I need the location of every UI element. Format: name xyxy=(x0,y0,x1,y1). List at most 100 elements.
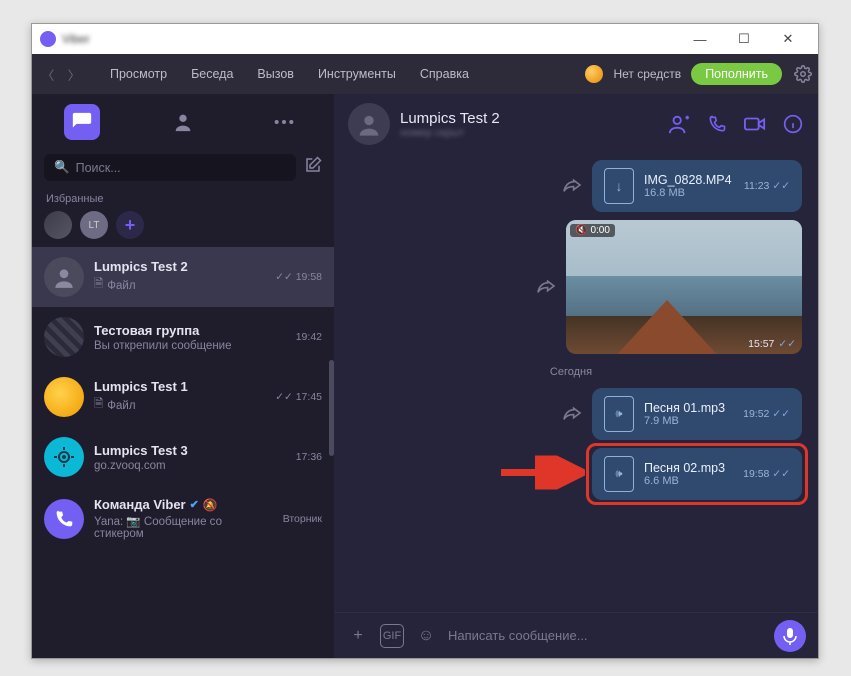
file-name: IMG_0828.MP4 xyxy=(644,173,734,187)
chat-sub: go.zvooq.com xyxy=(94,460,286,472)
chat-sub: Файл xyxy=(107,280,135,292)
menu-help[interactable]: Справка xyxy=(410,63,479,85)
search-input[interactable]: 🔍 Поиск... xyxy=(44,154,296,181)
sticker-icon[interactable]: ☺ xyxy=(414,624,438,648)
compose-icon[interactable] xyxy=(304,156,322,179)
status-checks: ✓✓ xyxy=(275,391,293,403)
menu-tools[interactable]: Инструменты xyxy=(308,63,406,85)
chat-sub: Yana: 📷 Сообщение со стикером xyxy=(94,514,273,540)
menu-call[interactable]: Вызов xyxy=(247,63,304,85)
settings-icon[interactable] xyxy=(792,63,814,85)
forward-icon[interactable] xyxy=(536,278,556,297)
balance-icon xyxy=(585,65,603,83)
add-pin-button[interactable]: + xyxy=(116,211,144,239)
file-bubble[interactable]: IMG_0828.MP4 16.8 MB 11:23 ✓✓ xyxy=(592,160,802,212)
composer: + GIF ☺ Написать сообщение... xyxy=(334,612,818,658)
video-bot-time: 15:57 xyxy=(748,338,774,350)
file-size: 16.8 MB xyxy=(644,187,734,199)
tab-more-icon[interactable] xyxy=(266,104,302,140)
avatar xyxy=(44,499,84,539)
file-time: 19:52 xyxy=(743,408,769,420)
audio-bubble-highlighted[interactable]: Песня 02.mp3 6.6 MB 19:58 ✓✓ xyxy=(592,448,802,500)
file-time: 11:23 xyxy=(744,180,770,192)
status-checks: ✓✓ xyxy=(275,271,293,283)
pinned-chat-2[interactable]: LT xyxy=(80,211,108,239)
chat-item[interactable]: Lumpics Test 3 go.zvooq.com 17:36 xyxy=(32,427,334,487)
chat-sub: Вы открепили сообщение xyxy=(94,340,286,352)
chat-item[interactable]: Команда Viber ✔ 🔕 Yana: 📷 Сообщение со с… xyxy=(32,487,334,550)
app-window: Viber — ☐ ✕ 〈 〉 Просмотр Беседа Вызов Ин… xyxy=(31,23,819,659)
mic-button[interactable] xyxy=(774,620,806,652)
nav-back[interactable]: 〈 xyxy=(36,62,60,86)
app-icon xyxy=(40,31,56,47)
chat-view: Lumpics Test 2 номер скрыт IMG_08 xyxy=(334,94,818,658)
file-time: 19:58 xyxy=(743,468,769,480)
file-icon: 🗎 xyxy=(94,396,103,415)
menu-view[interactable]: Просмотр xyxy=(100,63,177,85)
chat-item[interactable]: Lumpics Test 1 🗎 Файл ✓✓ 17:45 xyxy=(32,367,334,427)
chat-name: Lumpics Test 2 xyxy=(94,259,265,274)
video-call-icon[interactable] xyxy=(744,113,766,135)
tab-chats-icon[interactable] xyxy=(64,104,100,140)
chat-sub: Файл xyxy=(107,400,135,412)
avatar xyxy=(44,317,84,357)
audio-bubble[interactable]: Песня 01.mp3 7.9 MB 19:52 ✓✓ xyxy=(592,388,802,440)
chat-item[interactable]: Тестовая группа Вы открепили сообщение 1… xyxy=(32,307,334,367)
forward-icon[interactable] xyxy=(562,177,582,196)
add-contact-icon[interactable] xyxy=(668,113,690,135)
chat-time: 17:36 xyxy=(296,451,322,463)
verified-icon: ✔ xyxy=(190,498,199,511)
nav-forward[interactable]: 〉 xyxy=(62,62,86,86)
avatar xyxy=(44,437,84,477)
status-checks: ✓✓ xyxy=(778,338,796,350)
annotation-arrow-icon xyxy=(499,456,585,493)
file-name: Песня 01.mp3 xyxy=(644,401,733,415)
file-size: 6.6 MB xyxy=(644,475,733,487)
compose-input[interactable]: Написать сообщение... xyxy=(448,628,764,643)
gif-icon[interactable]: GIF xyxy=(380,624,404,648)
pin-row: LT + xyxy=(32,209,334,247)
minimize-button[interactable]: — xyxy=(678,24,722,54)
menu-chat[interactable]: Беседа xyxy=(181,63,243,85)
window-title: Viber xyxy=(62,32,90,46)
avatar xyxy=(44,257,84,297)
avatar xyxy=(44,377,84,417)
audio-file-icon xyxy=(604,456,634,492)
chat-name: Тестовая группа xyxy=(94,323,286,338)
tab-contacts-icon[interactable] xyxy=(165,104,201,140)
forward-icon[interactable] xyxy=(562,405,582,424)
close-button[interactable]: ✕ xyxy=(766,24,810,54)
chat-time: Вторник xyxy=(283,513,322,525)
info-icon[interactable] xyxy=(782,113,804,135)
search-icon: 🔍 xyxy=(54,160,70,175)
maximize-button[interactable]: ☐ xyxy=(722,24,766,54)
chat-time: 17:45 xyxy=(296,391,322,403)
chat-time: 19:42 xyxy=(296,331,322,343)
status-checks: ✓✓ xyxy=(772,468,790,480)
topup-button[interactable]: Пополнить xyxy=(691,63,782,85)
titlebar: Viber — ☐ ✕ xyxy=(32,24,818,54)
audio-file-icon xyxy=(604,396,634,432)
pinned-chat-1[interactable] xyxy=(44,211,72,239)
attach-icon[interactable]: + xyxy=(346,624,370,648)
chat-name: Lumpics Test 1 xyxy=(94,379,265,394)
chat-time: 19:58 xyxy=(296,271,322,283)
video-bubble[interactable]: 🔇0:00 15:57 ✓✓ xyxy=(566,220,802,354)
sidebar: 🔍 Поиск... Избранные LT + xyxy=(32,94,334,658)
file-size: 7.9 MB xyxy=(644,415,733,427)
muted-icon: 🔕 xyxy=(203,498,218,512)
mute-icon: 🔇 xyxy=(575,225,587,236)
chat-item[interactable]: Lumpics Test 2 🗎Файл ✓✓ 19:58 xyxy=(32,247,334,307)
audio-call-icon[interactable] xyxy=(706,113,728,135)
download-icon[interactable] xyxy=(604,168,634,204)
chat-header: Lumpics Test 2 номер скрыт xyxy=(334,94,818,154)
chat-header-name: Lumpics Test 2 xyxy=(400,110,500,127)
search-placeholder: Поиск... xyxy=(76,161,121,175)
chat-list: Lumpics Test 2 🗎Файл ✓✓ 19:58 Тестовая г… xyxy=(32,247,334,658)
day-separator: Сегодня xyxy=(340,366,802,378)
status-checks: ✓✓ xyxy=(772,180,790,192)
messages: IMG_0828.MP4 16.8 MB 11:23 ✓✓ 🔇0:00 15:5… xyxy=(334,154,818,612)
chat-name: Lumpics Test 3 xyxy=(94,443,286,458)
video-top-time: 0:00 xyxy=(590,225,609,236)
balance-text: Нет средств xyxy=(613,67,681,81)
